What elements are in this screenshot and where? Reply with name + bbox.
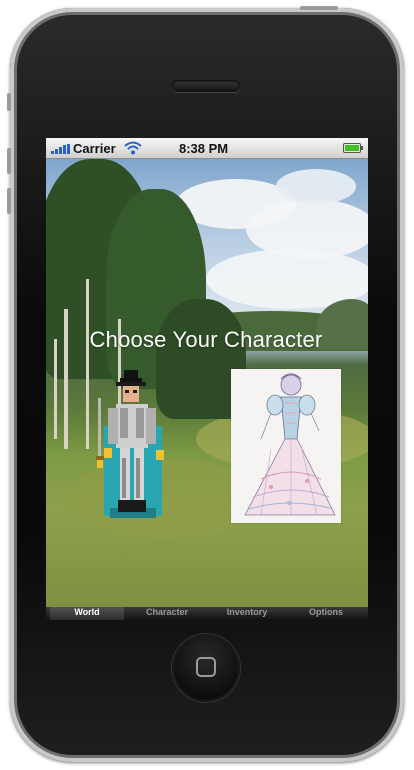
tab-world[interactable]: World bbox=[50, 607, 124, 620]
cloud bbox=[276, 169, 356, 204]
wifi-icon bbox=[124, 141, 142, 155]
ringer-switch bbox=[7, 93, 11, 111]
device-screen: Carrier 8:38 PM Choose Your Character Wo… bbox=[46, 138, 368, 620]
lady-character-icon[interactable] bbox=[231, 369, 341, 523]
status-bar: Carrier 8:38 PM bbox=[46, 138, 368, 159]
sleep-button bbox=[300, 6, 338, 10]
volume-down-button bbox=[7, 188, 11, 214]
status-time: 8:38 PM bbox=[179, 141, 229, 156]
tab-options[interactable]: Options bbox=[288, 607, 364, 620]
signal-bars-icon bbox=[51, 144, 70, 154]
carrier-label: Carrier bbox=[73, 141, 116, 156]
tree-trunk bbox=[86, 279, 89, 449]
tab-bar: World Character Inventory Options bbox=[46, 607, 368, 620]
tree-trunk bbox=[54, 339, 57, 439]
tab-character[interactable]: Character bbox=[128, 607, 206, 620]
tab-inventory[interactable]: Inventory bbox=[208, 607, 286, 620]
earpiece-speaker bbox=[172, 80, 240, 92]
battery-icon bbox=[343, 143, 363, 153]
volume-up-button bbox=[7, 148, 11, 174]
home-square-icon bbox=[196, 657, 216, 677]
page-title: Choose Your Character bbox=[89, 327, 323, 352]
knight-character-icon[interactable] bbox=[96, 368, 170, 524]
